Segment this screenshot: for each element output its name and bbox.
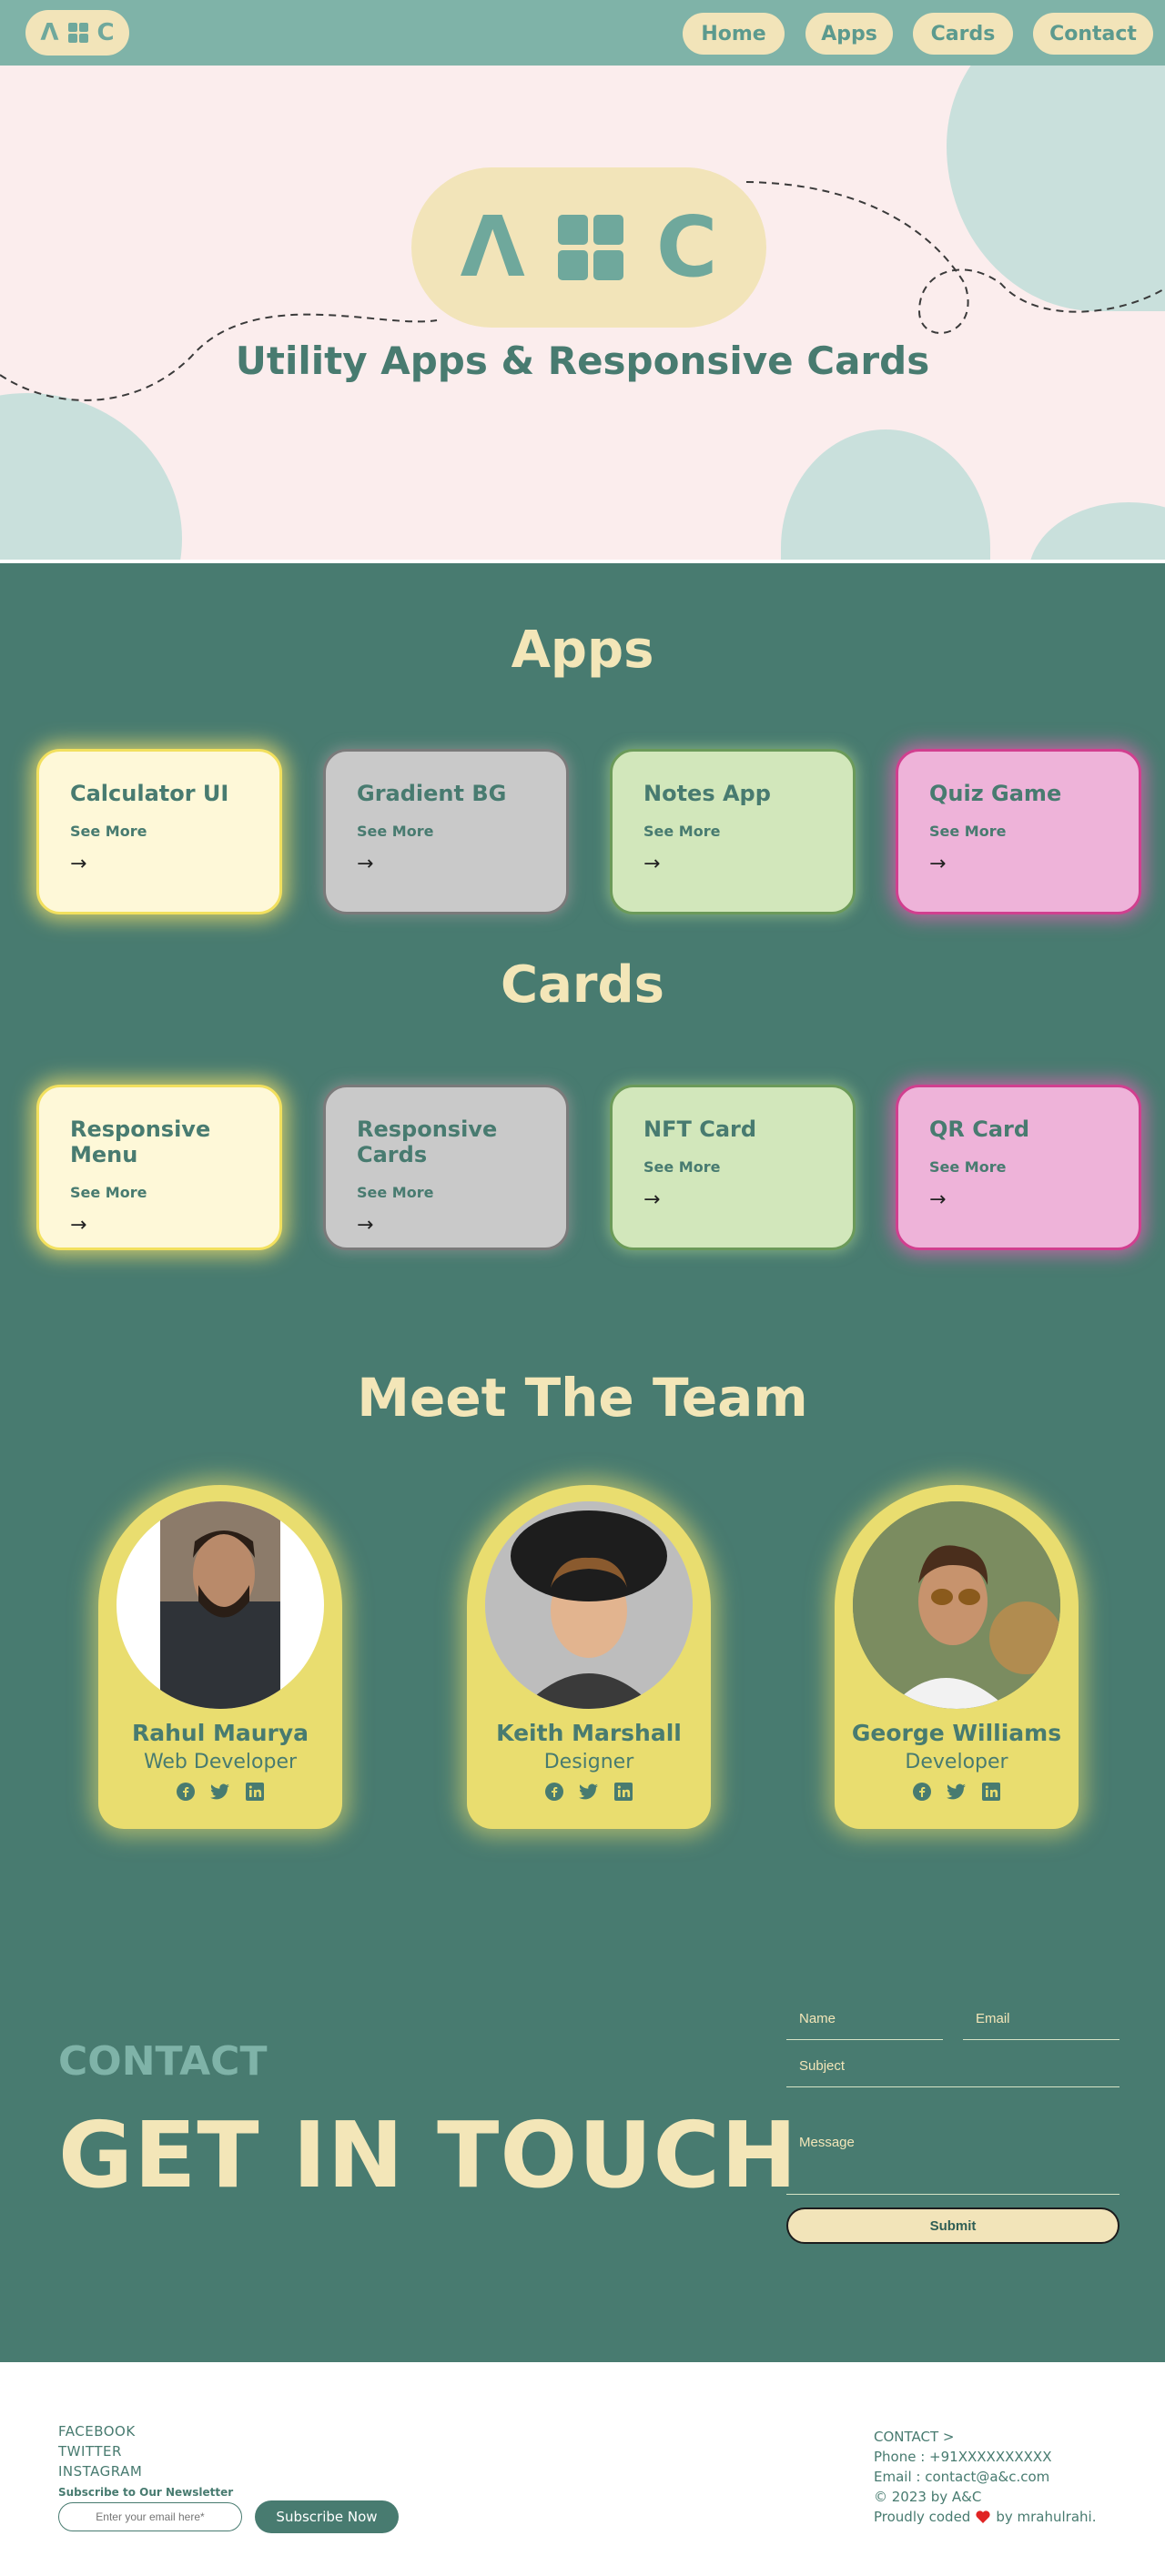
nav-contact-link[interactable]: Contact (1033, 13, 1153, 55)
arrow-right-icon[interactable]: → (70, 1214, 248, 1237)
see-more-link[interactable]: See More (357, 823, 535, 840)
hero-grid-icon (557, 215, 623, 280)
hero-divider (0, 560, 1165, 563)
see-more-link[interactable]: See More (929, 1158, 1108, 1176)
facebook-icon[interactable] (176, 1782, 196, 1802)
member-role: Developer (905, 1751, 1008, 1773)
see-more-link[interactable]: See More (70, 823, 248, 840)
member-role: Web Developer (143, 1751, 298, 1773)
see-more-link[interactable]: See More (643, 1158, 822, 1176)
arrow-right-icon[interactable]: → (357, 1214, 535, 1237)
newsletter-label: Subscribe to Our Newsletter (58, 2486, 234, 2499)
linkedin-icon[interactable] (613, 1782, 633, 1802)
arrow-right-icon[interactable]: → (929, 1188, 1108, 1211)
logo-letter-c: C (96, 19, 115, 46)
arrow-right-icon[interactable]: → (929, 853, 1108, 875)
arrow-right-icon[interactable]: → (643, 1188, 822, 1211)
submit-button[interactable]: Submit (786, 2207, 1119, 2244)
newsletter-email-input[interactable] (58, 2502, 242, 2531)
linkedin-icon[interactable] (981, 1782, 1001, 1802)
social-links (467, 1782, 711, 1802)
twitter-icon[interactable] (579, 1782, 599, 1802)
facebook-icon[interactable] (544, 1782, 564, 1802)
footer-phone: Phone : +91XXXXXXXXXX (874, 2449, 1052, 2465)
linkedin-icon[interactable] (245, 1782, 265, 1802)
credit-suffix: by mrahulrahi. (996, 2509, 1097, 2525)
top-navbar: Λ C Home Apps Cards Contact (0, 0, 1165, 66)
app-card-calculator[interactable]: Calculator UI See More → (36, 749, 282, 914)
card-title: Responsive Menu (70, 1116, 211, 1167)
subscribe-button[interactable]: Subscribe Now (255, 2500, 399, 2533)
nav-apps-link[interactable]: Apps (805, 13, 893, 55)
card-nft[interactable]: NFT Card See More → (610, 1085, 856, 1250)
member-name: Rahul Maurya (131, 1720, 309, 1746)
hero-section: Λ C Utility Apps & Responsive Cards (0, 66, 1165, 560)
member-name: George Williams (851, 1720, 1062, 1746)
app-card-notes[interactable]: Notes App See More → (610, 749, 856, 914)
social-links (835, 1782, 1079, 1802)
card-title: QR Card (929, 1116, 1030, 1142)
social-links (98, 1782, 342, 1802)
card-title: NFT Card (643, 1116, 757, 1142)
see-more-link[interactable]: See More (70, 1184, 248, 1201)
card-title: Notes App (643, 781, 771, 806)
team-member-card: Rahul Maurya Web Developer (98, 1485, 342, 1829)
nav-cards-link[interactable]: Cards (913, 13, 1013, 55)
contact-label: CONTACT (58, 2038, 268, 2085)
see-more-link[interactable]: See More (643, 823, 822, 840)
twitter-icon[interactable] (947, 1782, 967, 1802)
avatar (485, 1501, 693, 1709)
app-card-gradient[interactable]: Gradient BG See More → (323, 749, 569, 914)
hero-title: Utility Apps & Responsive Cards (235, 338, 930, 383)
member-role: Designer (543, 1751, 634, 1773)
footer-credit: Proudly coded by mrahulrahi. (874, 2509, 1096, 2525)
hero-logo: Λ C (411, 167, 766, 328)
contact-headline: GET IN TOUCH (58, 2102, 798, 2208)
footer-twitter-link[interactable]: TWITTER (58, 2443, 122, 2460)
team-member-card: George Williams Developer (835, 1485, 1079, 1829)
footer-email: Email : contact@a&c.com (874, 2469, 1050, 2485)
see-more-link[interactable]: See More (357, 1184, 535, 1201)
name-field[interactable]: Name (786, 2005, 943, 2040)
logo[interactable]: Λ C (25, 10, 129, 56)
email-field[interactable]: Email (963, 2005, 1119, 2040)
apps-heading: Apps (511, 621, 654, 680)
card-title: Quiz Game (929, 781, 1062, 806)
card-title: Responsive Cards (357, 1116, 498, 1167)
avatar (116, 1501, 324, 1709)
footer-contact-title[interactable]: CONTACT > (874, 2429, 954, 2445)
facebook-icon[interactable] (912, 1782, 932, 1802)
cards-heading: Cards (501, 955, 664, 1015)
subject-field[interactable]: Subject (786, 2053, 1119, 2087)
team-heading: Meet The Team (357, 1367, 808, 1429)
logo-letter-a: Λ (40, 19, 59, 46)
card-qr[interactable]: QR Card See More → (896, 1085, 1141, 1250)
card-title: Calculator UI (70, 781, 229, 806)
team-member-card: Keith Marshall Designer (467, 1485, 711, 1829)
see-more-link[interactable]: See More (929, 823, 1108, 840)
app-card-quiz[interactable]: Quiz Game See More → (896, 749, 1141, 914)
footer-instagram-link[interactable]: INSTAGRAM (58, 2463, 142, 2480)
grid-icon (67, 23, 88, 43)
arrow-right-icon[interactable]: → (643, 853, 822, 875)
hero-logo-letter-a: Λ (460, 198, 525, 296)
credit-prefix: Proudly coded (874, 2509, 971, 2525)
footer-copyright: © 2023 by A&C (874, 2489, 982, 2505)
card-responsive-menu[interactable]: Responsive Menu See More → (36, 1085, 282, 1250)
arrow-right-icon[interactable]: → (70, 853, 248, 875)
message-field[interactable]: Message (786, 2129, 1119, 2195)
heart-icon (976, 2510, 990, 2523)
card-responsive-cards[interactable]: Responsive Cards See More → (323, 1085, 569, 1250)
card-title: Gradient BG (357, 781, 507, 806)
twitter-icon[interactable] (210, 1782, 230, 1802)
nav-home-link[interactable]: Home (683, 13, 785, 55)
footer-facebook-link[interactable]: FACEBOOK (58, 2423, 136, 2440)
hero-logo-letter-c: C (655, 198, 718, 296)
member-name: Keith Marshall (496, 1720, 682, 1746)
arrow-right-icon[interactable]: → (357, 853, 535, 875)
avatar (853, 1501, 1060, 1709)
